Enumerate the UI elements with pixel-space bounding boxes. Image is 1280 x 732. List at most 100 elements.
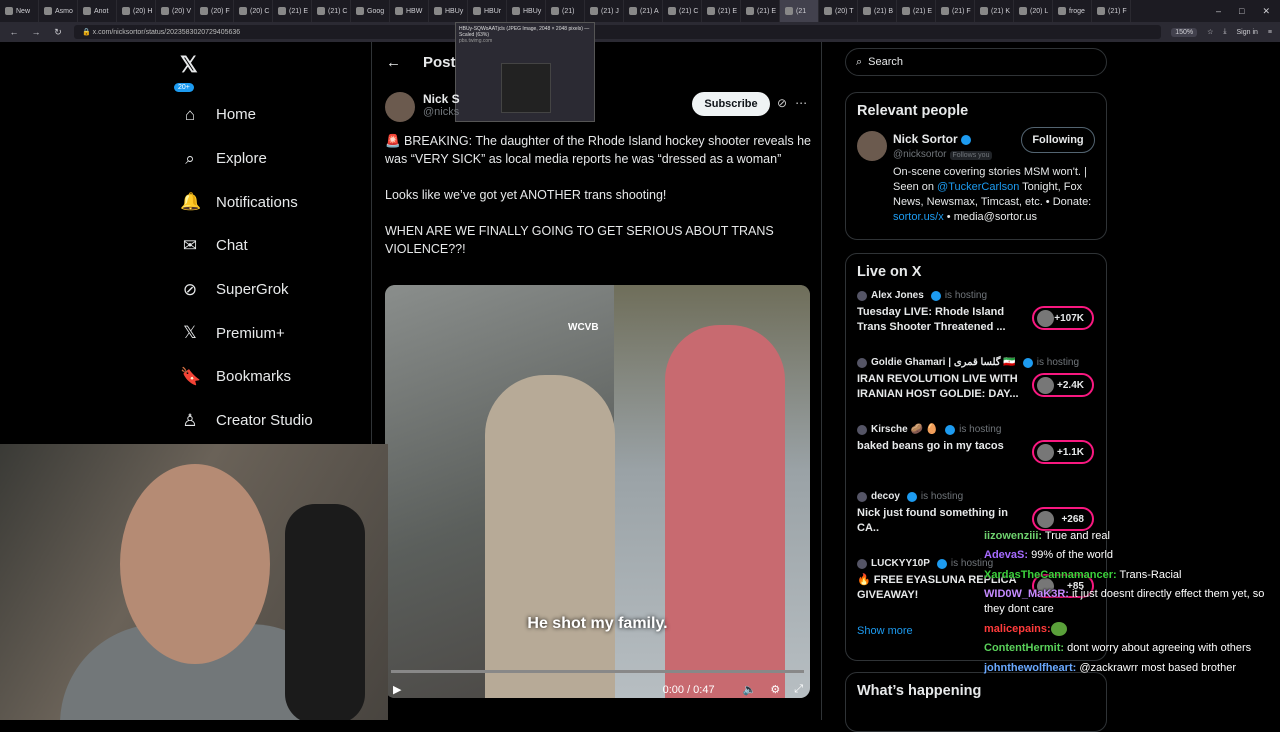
download-icon[interactable]: ⤓ xyxy=(1223,28,1226,36)
browser-tab[interactable]: (21) E xyxy=(897,0,936,22)
volume-icon[interactable]: 🔈 xyxy=(743,683,757,696)
live-host[interactable]: Alex Jones is hosting xyxy=(857,288,1095,301)
browser-tab[interactable]: (21) A xyxy=(624,0,663,22)
browser-tab[interactable]: (21) E xyxy=(702,0,741,22)
browser-tab[interactable]: (21) C xyxy=(312,0,351,22)
more-icon[interactable]: ⋯ xyxy=(795,96,807,110)
tab-label: (21) F xyxy=(1108,7,1127,15)
browser-tab[interactable]: Asmo xyxy=(39,0,78,22)
nav-item-notifications[interactable]: 🔔 20+ Notifications xyxy=(174,83,370,224)
following-button[interactable]: Following xyxy=(1021,127,1095,153)
live-item[interactable]: Kirsche 🥔 🥚 is hosting baked beans go in m… xyxy=(846,422,1106,489)
live-listener-count[interactable]: +2.4K xyxy=(1032,373,1094,397)
nav-item-supergrok[interactable]: ⊘ SuperGrok xyxy=(180,268,370,312)
chat-username[interactable]: ContentHermit: xyxy=(984,642,1064,654)
browser-tab[interactable]: Goog xyxy=(351,0,390,22)
chat-username[interactable]: WID0W_MaK3R: xyxy=(984,588,1069,600)
nav-item-bookmarks[interactable]: 🔖 Bookmarks xyxy=(180,355,370,399)
browser-tab[interactable]: (20) C xyxy=(234,0,273,22)
browser-tab[interactable]: (20) F xyxy=(195,0,234,22)
favicon-icon xyxy=(902,7,910,15)
live-listener-count[interactable]: +107K xyxy=(1032,306,1094,330)
browser-tab[interactable]: (21) K xyxy=(975,0,1014,22)
live-host[interactable]: Goldie Ghamari | گلسا قمری 🇮🇷 is hosting xyxy=(857,355,1095,368)
sign-in-button[interactable]: Sign in xyxy=(1237,29,1258,36)
browser-tab[interactable]: (21) F xyxy=(1092,0,1131,22)
video-player[interactable]: WCVB He shot my family. ▶ 0:00 / 0:47 🔈 … xyxy=(385,285,810,698)
favicon-icon xyxy=(551,7,559,15)
browser-tab[interactable]: (20) L xyxy=(1014,0,1053,22)
x-logo-icon[interactable]: 𝕏 xyxy=(180,52,198,78)
live-title[interactable]: IRAN REVOLUTION LIVE WITH IRANIAN HOST G… xyxy=(857,372,1022,402)
live-title[interactable]: baked beans go in my tacos xyxy=(857,439,1022,454)
chat-username[interactable]: iizowenziii: xyxy=(984,530,1042,542)
fullscreen-icon[interactable]: ⤢ xyxy=(794,683,803,696)
browser-tab[interactable]: HBUy xyxy=(429,0,468,22)
nav-item-explore[interactable]: ⌕ Explore xyxy=(180,137,370,181)
back-arrow-icon[interactable]: ← xyxy=(386,54,401,71)
bookmark-star-icon[interactable]: ☆ xyxy=(1207,28,1213,36)
browser-tab[interactable]: (21) C xyxy=(663,0,702,22)
avatar[interactable] xyxy=(385,92,415,122)
close-window-icon[interactable]: ✕ xyxy=(1262,6,1270,17)
browser-tab[interactable]: (21) xyxy=(546,0,585,22)
live-item[interactable]: Alex Jones is hosting Tuesday LIVE: Rhode … xyxy=(846,288,1106,355)
zoom-level[interactable]: 150% xyxy=(1171,27,1198,37)
favicon-icon xyxy=(863,7,871,15)
play-icon[interactable]: ▶ xyxy=(393,683,401,696)
live-listener-count[interactable]: +1.1K xyxy=(1032,440,1094,464)
browser-tab[interactable]: Anot xyxy=(78,0,117,22)
bio-link-donate[interactable]: sortor.us/x xyxy=(893,211,944,223)
streamer-face xyxy=(120,464,270,664)
browser-tab[interactable]: (21 xyxy=(780,0,819,22)
avatar[interactable] xyxy=(857,131,887,161)
author-name[interactable]: Nick S xyxy=(423,92,460,106)
browser-tab[interactable]: (20) V xyxy=(156,0,195,22)
menu-icon[interactable]: ≡ xyxy=(1268,29,1272,36)
browser-tab[interactable]: (21) J xyxy=(585,0,624,22)
browser-tab[interactable]: (20) H xyxy=(117,0,156,22)
browser-tab[interactable]: (21) E xyxy=(273,0,312,22)
tab-label: (21) B xyxy=(874,7,894,15)
forward-icon[interactable]: → xyxy=(30,27,42,37)
post-author[interactable]: Nick S @nicks xyxy=(385,92,460,122)
browser-tab[interactable]: New xyxy=(0,0,39,22)
nav-item-chat[interactable]: ✉ Chat xyxy=(180,224,370,268)
browser-tab[interactable]: (21) B xyxy=(858,0,897,22)
chat-username[interactable]: XardasTheCannamancer: xyxy=(984,569,1117,581)
nav-item-home[interactable]: ⌂ Home xyxy=(180,93,370,137)
browser-tab[interactable]: (20) T xyxy=(819,0,858,22)
nav-item-creator-studio[interactable]: ♙ Creator Studio xyxy=(180,399,370,443)
live-item[interactable]: Goldie Ghamari | گلسا قمری 🇮🇷 is hosting I… xyxy=(846,355,1106,422)
address-field[interactable]: 🔒 x.com/nicksortor/status/20235830207294… xyxy=(74,25,1162,39)
live-host[interactable]: Kirsche 🥔 🥚 is hosting xyxy=(857,422,1095,435)
settings-icon[interactable]: ⚙ xyxy=(770,683,780,696)
chat-username[interactable]: AdevaS: xyxy=(984,549,1028,561)
browser-tab[interactable]: HBUy xyxy=(507,0,546,22)
reload-icon[interactable]: ↻ xyxy=(52,27,64,38)
nav-item-premium[interactable]: 𝕏 Premium+ xyxy=(180,311,370,355)
minimize-icon[interactable]: – xyxy=(1216,6,1221,17)
browser-tab[interactable]: HBW xyxy=(390,0,429,22)
maximize-icon[interactable]: □ xyxy=(1239,6,1244,17)
chat-username[interactable]: johnthewolfheart: xyxy=(984,662,1076,674)
subscribe-button[interactable]: Subscribe xyxy=(692,92,770,116)
browser-tab[interactable]: HBUr xyxy=(468,0,507,22)
browser-tab[interactable]: froge xyxy=(1053,0,1092,22)
video-progress-bar[interactable] xyxy=(391,670,804,673)
browser-tab[interactable]: (21) E xyxy=(741,0,780,22)
relevant-person[interactable]: Nick Sortor @nicksortor Follows you Follo… xyxy=(846,127,1106,231)
tab-label: New xyxy=(16,7,31,15)
live-host[interactable]: decoy is hosting xyxy=(857,489,1095,502)
back-icon[interactable]: ← xyxy=(8,27,20,37)
search-input[interactable]: ⌕ Search xyxy=(845,48,1107,76)
post-actions: ⊘ ⋯ xyxy=(777,96,807,110)
person-name[interactable]: Nick Sortor xyxy=(893,132,971,146)
live-listener-count[interactable]: +268 xyxy=(1032,507,1094,531)
browser-tab[interactable]: (21) F xyxy=(936,0,975,22)
live-title[interactable]: Tuesday LIVE: Rhode Island Trans Shooter… xyxy=(857,305,1022,335)
chat-username[interactable]: malicepains: xyxy=(984,623,1051,635)
grok-icon[interactable]: ⊘ xyxy=(777,96,787,110)
author-handle[interactable]: @nicks xyxy=(423,106,460,118)
bio-link-tucker[interactable]: @TuckerCarlson xyxy=(937,181,1019,193)
